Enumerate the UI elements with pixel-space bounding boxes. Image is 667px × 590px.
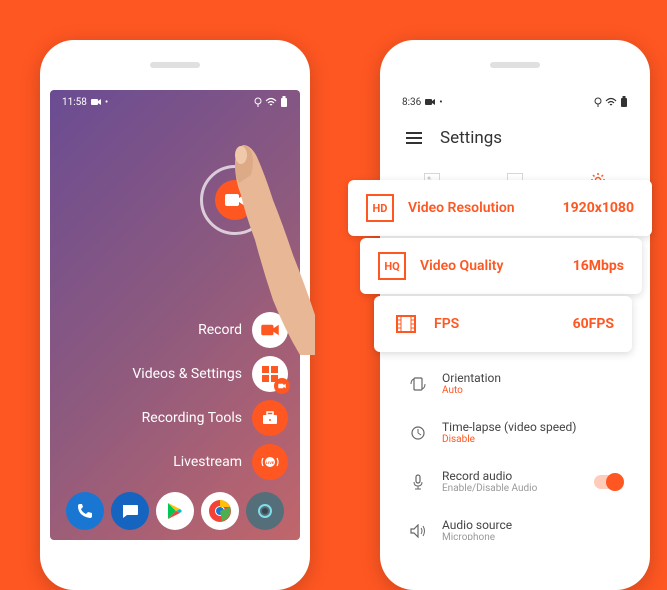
card-label: Video Resolution	[408, 200, 549, 216]
menu-item-record[interactable]: Record	[198, 312, 288, 348]
menu-label: Videos & Settings	[132, 366, 242, 382]
card-value: 1920x1080	[563, 200, 634, 216]
mic-icon	[412, 474, 424, 490]
phone-speaker	[490, 62, 540, 68]
setting-timelapse[interactable]: Time-lapse (video speed) Disable	[390, 408, 640, 457]
menu-label: Recording Tools	[142, 410, 242, 426]
setting-label: Audio source	[442, 518, 622, 532]
setting-audio[interactable]: Record audio Enable/Disable Audio	[390, 457, 640, 506]
location-icon	[254, 97, 262, 107]
setting-label: Record audio	[442, 469, 580, 483]
page-title: Settings	[440, 128, 502, 148]
dot-icon: •	[439, 97, 442, 108]
battery-icon	[280, 96, 288, 108]
play-store-icon[interactable]	[156, 492, 194, 530]
orientation-icon	[410, 376, 426, 392]
wifi-icon	[265, 97, 277, 107]
status-time: 8:36	[402, 97, 421, 108]
card-value: 16Mbps	[573, 258, 624, 274]
toolbox-icon	[262, 411, 278, 425]
setting-value: Disable	[442, 434, 622, 445]
card-fps[interactable]: FPS 60FPS	[374, 296, 632, 352]
speaker-icon	[410, 524, 426, 538]
status-time: 11:58	[62, 97, 87, 108]
menu-item-livestream[interactable]: Livestream LIVE	[173, 444, 288, 480]
camera-status-icon	[425, 98, 435, 106]
card-label: FPS	[434, 316, 559, 332]
fab-menu: Record Videos & Settings Recording Tools	[132, 312, 288, 480]
home-screen: 11:58 • Record	[50, 90, 300, 540]
phone-speaker	[150, 62, 200, 68]
card-label: Video Quality	[420, 258, 559, 274]
setting-label: Orientation	[442, 371, 622, 385]
camera-icon	[261, 323, 279, 337]
menu-item-videos[interactable]: Videos & Settings	[132, 356, 288, 392]
camera-app-icon[interactable]	[246, 492, 284, 530]
status-bar: 11:58 •	[50, 90, 300, 114]
phone-app-icon[interactable]	[66, 492, 104, 530]
menu-item-tools[interactable]: Recording Tools	[142, 400, 288, 436]
svg-text:LIVE: LIVE	[266, 460, 275, 465]
hq-icon: HQ	[378, 252, 406, 280]
setting-sub: Microphone	[442, 532, 622, 540]
hamburger-icon[interactable]	[406, 132, 422, 144]
messages-app-icon[interactable]	[111, 492, 149, 530]
status-bar: 8:36 •	[390, 90, 640, 114]
hd-icon: HD	[366, 194, 394, 222]
camera-badge-icon	[278, 383, 286, 389]
record-button[interactable]	[200, 165, 270, 235]
audio-toggle[interactable]	[594, 475, 622, 489]
menu-label: Livestream	[173, 454, 242, 470]
setting-label: Time-lapse (video speed)	[442, 420, 622, 434]
setting-value: Auto	[442, 385, 622, 396]
camera-icon	[225, 192, 245, 208]
dot-icon: •	[105, 97, 108, 108]
card-value: 60FPS	[573, 316, 614, 332]
card-quality[interactable]: HQ Video Quality 16Mbps	[360, 238, 642, 294]
battery-icon	[620, 96, 628, 108]
dock	[50, 492, 300, 530]
wifi-icon	[605, 97, 617, 107]
location-icon	[594, 97, 602, 107]
setting-orientation[interactable]: Orientation Auto	[390, 359, 640, 408]
menu-label: Record	[198, 322, 242, 338]
camera-status-icon	[91, 98, 101, 106]
setting-sub: Enable/Disable Audio	[442, 483, 580, 494]
timelapse-icon	[410, 425, 426, 441]
card-resolution[interactable]: HD Video Resolution 1920x1080	[348, 180, 652, 236]
phone-device-left: 11:58 • Record	[40, 40, 310, 590]
settings-header: Settings	[390, 114, 640, 162]
setting-audio-source[interactable]: Audio source Microphone	[390, 506, 640, 540]
live-icon: LIVE	[260, 455, 280, 469]
chrome-icon[interactable]	[201, 492, 239, 530]
film-icon	[392, 310, 420, 338]
